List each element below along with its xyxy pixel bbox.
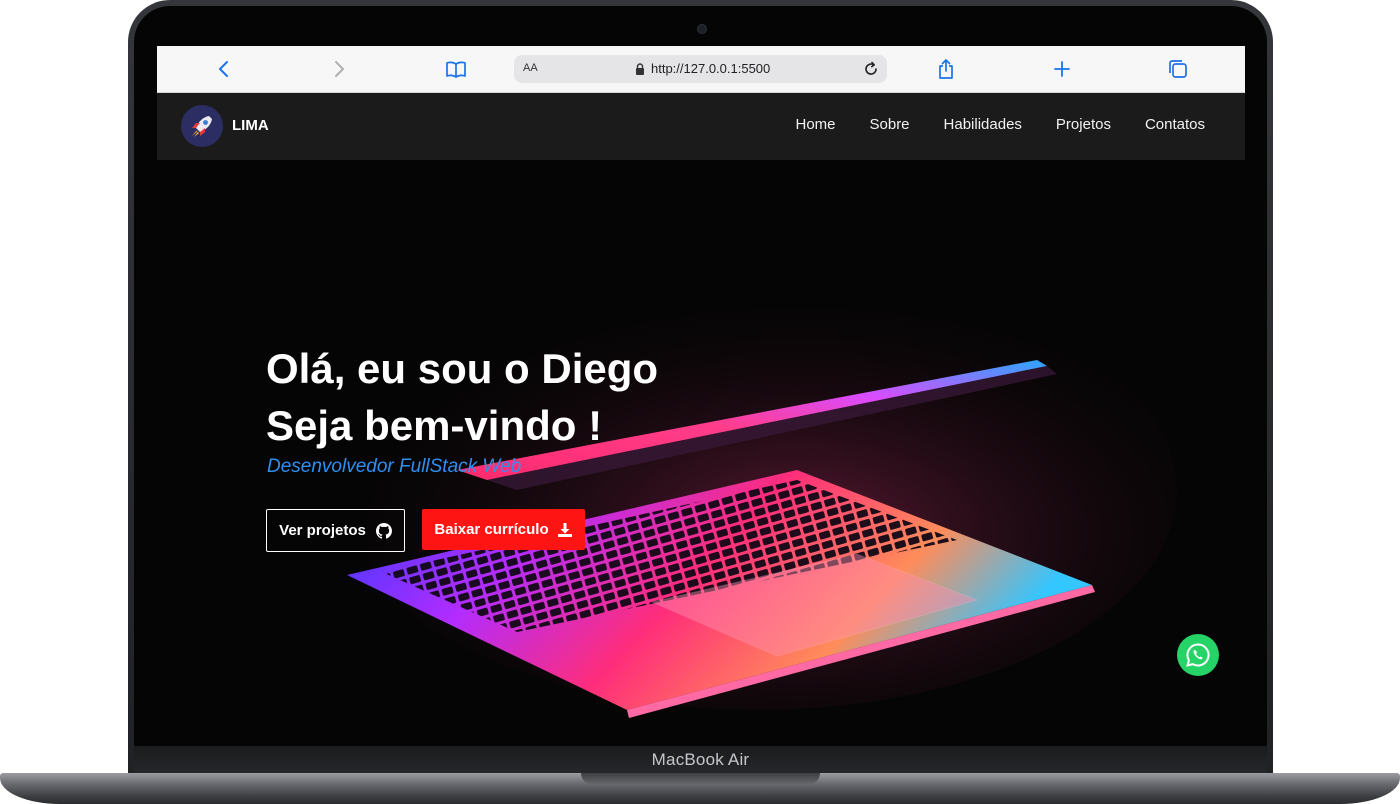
whatsapp-icon[interactable] <box>1177 634 1219 676</box>
brand-name[interactable]: LIMA <box>232 117 269 134</box>
nav-contatos[interactable]: Contatos <box>1145 116 1205 133</box>
hero-heading-line1: Olá, eu sou o Diego <box>266 345 659 392</box>
github-icon <box>375 522 392 539</box>
forward-icon[interactable] <box>325 55 353 83</box>
back-icon[interactable] <box>210 55 238 83</box>
hero-heading-line2: Seja bem-vindo ! <box>266 402 603 449</box>
download-icon <box>557 522 572 537</box>
hero-heading: Olá, eu sou o Diego Seja bem-vindo ! <box>266 340 658 454</box>
download-resume-label: Baixar currículo <box>434 521 549 538</box>
rocket-icon[interactable] <box>181 105 223 147</box>
url-text: http://127.0.0.1:5500 <box>651 61 771 76</box>
laptop-opening-notch <box>581 773 820 785</box>
hero-subtitle: Desenvolvedor FullStack Web <box>267 456 522 477</box>
tabs-icon[interactable] <box>1164 55 1192 83</box>
lock-icon <box>636 62 644 75</box>
reload-icon[interactable] <box>861 59 881 79</box>
view-projects-button[interactable]: Ver projetos <box>266 509 405 552</box>
new-tab-icon[interactable] <box>1048 55 1076 83</box>
address-bar[interactable]: AA http://127.0.0.1:5500 <box>514 55 887 83</box>
view-projects-label: Ver projetos <box>279 522 366 539</box>
download-resume-button[interactable]: Baixar currículo <box>422 509 585 550</box>
hero-section: Olá, eu sou o Diego Seja bem-vindo ! Des… <box>157 160 1245 726</box>
nav-sobre[interactable]: Sobre <box>870 116 910 133</box>
nav-projetos[interactable]: Projetos <box>1056 116 1111 133</box>
laptop-chin: MacBook Air <box>134 746 1267 773</box>
nav-home[interactable]: Home <box>795 116 835 133</box>
bookmarks-icon[interactable] <box>442 55 470 83</box>
main-nav: Home Sobre Habilidades Projetos Contatos <box>795 116 1205 133</box>
site-navbar: LIMA Home Sobre Habilidades Projetos Con… <box>157 93 1245 160</box>
laptop-screen: AA http://127.0.0.1:5500 LIMA Home Sobre… <box>157 46 1245 726</box>
nav-habilidades[interactable]: Habilidades <box>944 116 1022 133</box>
device-label: MacBook Air <box>651 749 750 769</box>
browser-toolbar: AA http://127.0.0.1:5500 <box>157 46 1245 93</box>
url-display[interactable]: http://127.0.0.1:5500 <box>635 61 770 76</box>
reader-aa-button[interactable]: AA <box>523 62 538 74</box>
camera-icon <box>697 24 707 34</box>
share-icon[interactable] <box>932 55 960 83</box>
